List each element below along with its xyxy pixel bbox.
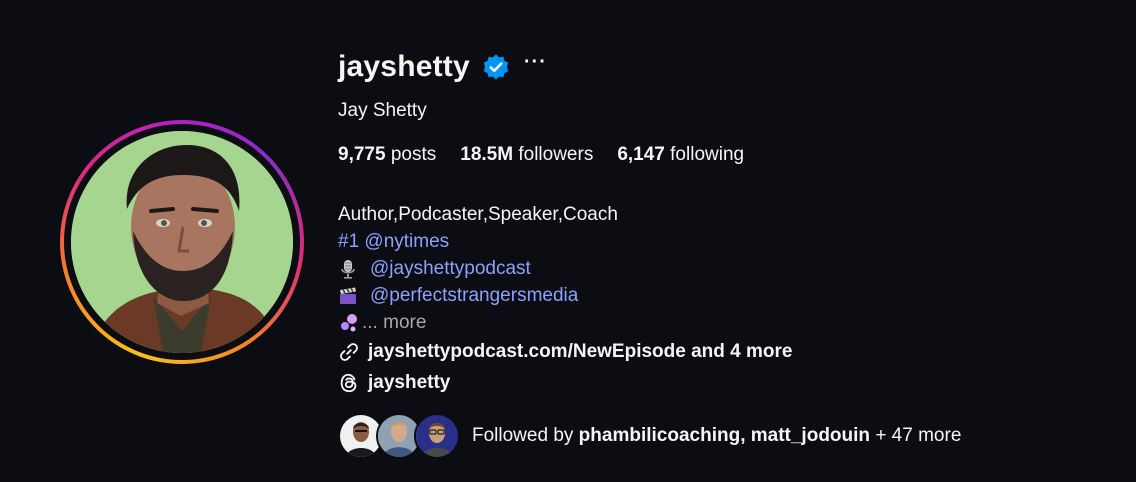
followed-by-prefix: Followed by <box>472 425 574 446</box>
threads-icon <box>340 373 357 393</box>
posts-label: posts <box>390 144 437 165</box>
story-ring[interactable] <box>60 120 304 364</box>
threads-link[interactable]: jayshetty <box>338 372 450 394</box>
followed-by-names[interactable]: phambilicoaching, matt_jodouin <box>579 425 870 446</box>
profile-info: jayshetty ··· Jay Shetty 9,775 posts 18.… <box>338 0 1136 482</box>
followed-by[interactable]: Followed by phambilicoaching, matt_jodou… <box>338 413 961 459</box>
microphone-icon <box>338 259 358 279</box>
external-link-text: jayshettypodcast.com/NewEpisode and 4 mo… <box>368 341 793 362</box>
threads-handle: jayshetty <box>368 372 451 393</box>
bio-line: Author,Podcaster,Speaker,Coach <box>338 204 618 225</box>
verified-badge-icon <box>482 53 510 81</box>
followers-stat[interactable]: 18.5M followers <box>460 144 593 166</box>
followed-by-text: Followed by phambilicoaching, matt_jodou… <box>472 425 961 447</box>
following-label: following <box>670 144 745 165</box>
following-stat[interactable]: 6,147 following <box>617 144 744 166</box>
clapper-icon <box>338 286 358 306</box>
bio-mention-podcast[interactable]: @jayshettypodcast <box>370 255 531 282</box>
following-count: 6,147 <box>617 144 665 165</box>
username: jayshetty <box>338 50 470 83</box>
sparkle-icon <box>338 313 362 333</box>
more-options-icon[interactable]: ··· <box>524 51 547 74</box>
followed-by-suffix: + 47 more <box>875 425 962 446</box>
profile-stats: 9,775 posts 18.5M followers 6,147 follow… <box>338 144 768 166</box>
avatar-portrait <box>71 131 293 353</box>
bio-mention-media[interactable]: @perfectstrangersmedia <box>370 282 578 309</box>
avatar[interactable] <box>71 131 293 353</box>
username-row: jayshetty ··· <box>338 50 547 84</box>
bio-more-button[interactable]: ... more <box>362 309 426 336</box>
bio-line: @perfectstrangersmedia <box>338 282 618 309</box>
mutual-avatar-3 <box>414 413 460 459</box>
bio-more-line: ... more <box>338 309 618 336</box>
full-name: Jay Shetty <box>338 100 427 121</box>
external-link[interactable]: jayshettypodcast.com/NewEpisode and 4 mo… <box>338 341 792 363</box>
bio: Author,Podcaster,Speaker,Coach #1 @nytim… <box>338 201 618 336</box>
link-icon <box>340 343 358 361</box>
posts-stat[interactable]: 9,775 posts <box>338 144 436 166</box>
followers-label: followers <box>518 144 594 165</box>
followers-count: 18.5M <box>460 144 514 165</box>
bio-mention-nytimes[interactable]: #1 @nytimes <box>338 228 618 255</box>
bio-line: @jayshettypodcast <box>338 255 618 282</box>
posts-count: 9,775 <box>338 144 386 165</box>
